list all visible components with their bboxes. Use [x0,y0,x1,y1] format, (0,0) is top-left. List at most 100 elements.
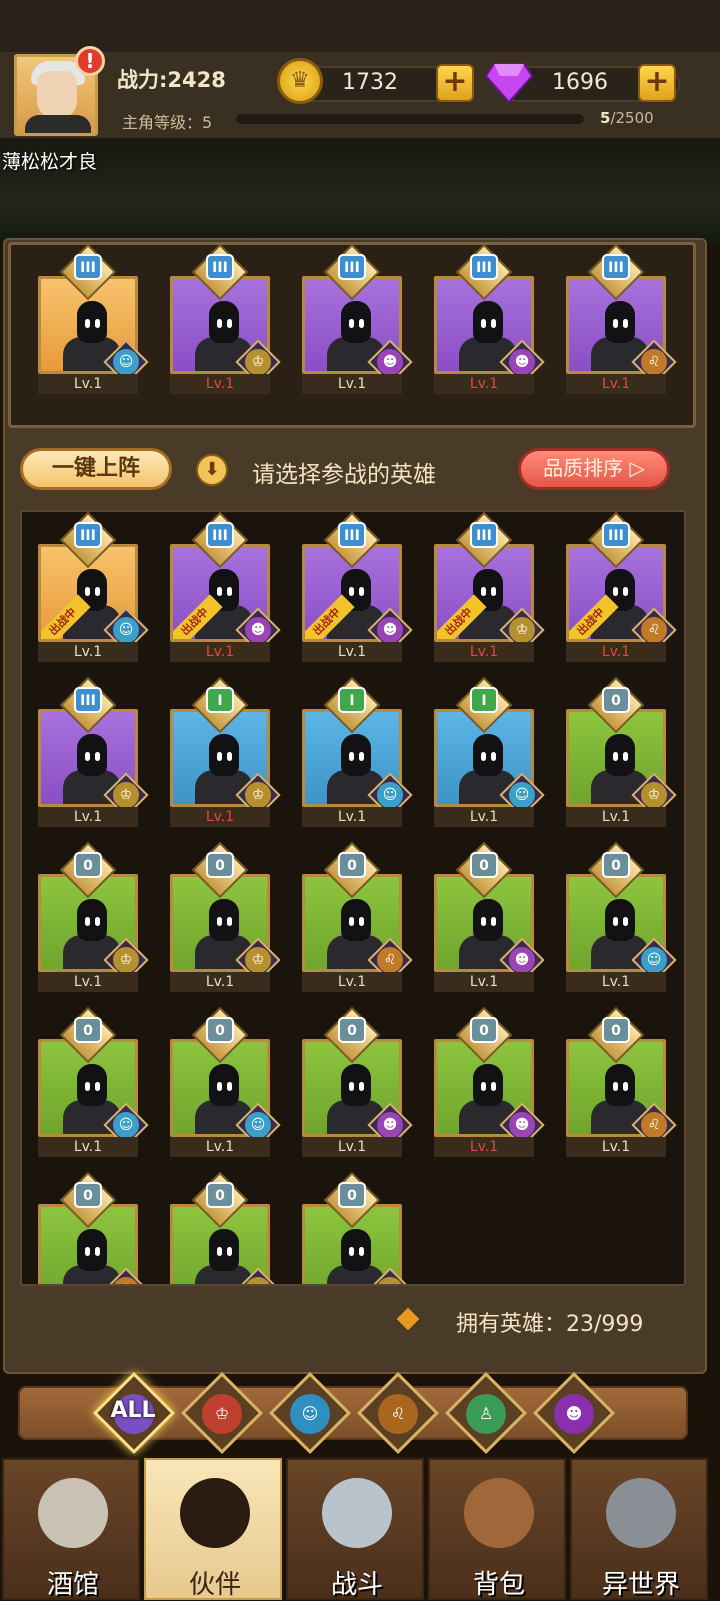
human-faction-icon: ♔ [245,349,271,375]
hero-level: Lv.1 [170,1137,270,1157]
rank-badge: 0 [338,1182,366,1208]
elf-faction-icon: ☺ [641,947,667,973]
hero-head [77,301,107,343]
orc-faction-icon: ☻ [377,617,403,643]
human-filter-icon: ♔ [202,1394,242,1434]
hero-eye [623,1082,628,1091]
hero-level: Lv.1 [566,807,666,827]
auto-deploy-button[interactable]: 一键上阵 [20,448,172,490]
hero-card[interactable]: 0 ♔ Lv.1 [38,841,149,994]
hero-card[interactable]: 0 ♔ Lv.1 [170,841,281,994]
hero-card[interactable]: 0♌ [38,1171,149,1284]
tab-battle[interactable]: 战斗 [286,1458,424,1600]
elf-filter-icon: ☺ [290,1394,330,1434]
rank-badge: 0 [470,1017,498,1043]
hero-card[interactable]: 0♔ [302,1171,413,1284]
hero-eye [491,319,496,328]
hero-card[interactable]: III ♔ Lv.1 [38,676,149,829]
hero-eye [217,1247,222,1256]
hero-card[interactable]: 0 ☻ Lv.1 [302,1006,413,1159]
rank-badge: 0 [74,852,102,878]
exp-value: 5/2500 [600,109,654,127]
dwarf-filter-icon: ♙ [466,1394,506,1434]
hero-eye [95,917,100,926]
hero-card[interactable]: 0 ♌ Lv.1 [302,841,413,994]
hero-card[interactable]: I ♔ Lv.1 [170,676,281,829]
rank-badge: I [470,687,498,713]
hero-card[interactable]: 出战中 III ♔ Lv.1 [434,512,545,664]
hero-card[interactable]: 0♔ [170,1171,281,1284]
hero-card[interactable]: 0 ☺ Lv.1 [566,841,677,994]
hero-eye [359,1247,364,1256]
hero-eye [481,319,486,328]
team-slot-card[interactable]: III ☻ Lv.1 [302,243,413,396]
hero-eye [481,917,486,926]
hero-level-label: 主角等级：5 [122,113,213,132]
hero-card[interactable]: 0 ☻ Lv.1 [434,1006,545,1159]
orc-faction-icon: ☻ [377,349,403,375]
hero-eye [491,1082,496,1091]
gem-value: 1696 [552,70,608,95]
hero-eye [95,1247,100,1256]
quality-sort-button[interactable]: 品质排序 ▷ [518,448,670,490]
hero-eye [95,1082,100,1091]
hero-eye [349,1247,354,1256]
hero-head [473,301,503,343]
tab-partner[interactable]: 伙伴 [144,1458,282,1600]
hero-card[interactable]: 出战中 III ☺ Lv.1 [38,512,149,664]
hero-level: Lv.1 [566,374,666,394]
avatar-body [25,115,91,133]
hero-level: Lv.1 [566,972,666,992]
hero-level: Lv.1 [434,1137,534,1157]
hero-card[interactable]: I ☺ Lv.1 [302,676,413,829]
hero-eye [613,319,618,328]
team-slot-card[interactable]: III ♔ Lv.1 [170,243,281,396]
hero-level: Lv.1 [434,642,534,662]
alert-badge-icon[interactable]: ! [75,46,105,76]
hero-card[interactable]: 出战中 III ♌ Lv.1 [566,512,677,664]
tab-tavern[interactable]: 酒馆 [2,1458,140,1600]
team-slot-card[interactable]: III ☺ Lv.1 [38,243,149,396]
hero-card[interactable]: 0 ♌ Lv.1 [566,1006,677,1159]
hero-eye [85,587,90,596]
team-slot-card[interactable]: III ☻ Lv.1 [434,243,545,396]
hero-eye [623,917,628,926]
add-gem-button[interactable]: + [638,64,676,102]
hero-level: Lv.1 [566,1137,666,1157]
select-hero-hint: 请选择参战的英雄 [252,462,436,488]
hero-card[interactable]: 出战中 III ☻ Lv.1 [302,512,413,664]
hero-eye [359,917,364,926]
team-slot-card[interactable]: III ♌ Lv.1 [566,243,677,396]
hero-card[interactable]: 出战中 III ☻ Lv.1 [170,512,281,664]
hero-card[interactable]: 0 ☻ Lv.1 [434,841,545,994]
gem-icon [484,63,534,104]
rank-badge: 0 [602,1017,630,1043]
exp-bar [236,114,584,124]
rank-badge: I [338,687,366,713]
hero-card[interactable]: 0 ♔ Lv.1 [566,676,677,829]
rank-badge: 0 [74,1182,102,1208]
tab-bag[interactable]: 背包 [428,1458,566,1600]
hero-level: Lv.1 [302,374,402,394]
hero-eye [217,587,222,596]
human-faction-icon: ♔ [113,782,139,808]
hero-card[interactable]: 0 ☺ Lv.1 [38,1006,149,1159]
hero-head [605,899,635,941]
hero-eye [85,319,90,328]
hero-eye [481,1082,486,1091]
orc-filter-icon: ☻ [554,1394,594,1434]
hero-eye [491,917,496,926]
status-bar [0,0,720,52]
tab-label: 战斗 [330,1570,383,1600]
hero-list[interactable]: 出战中 III ☺ Lv.1 出战中 III ☻ Lv.1 出战中 III ☻ Lv.1 出战中 III ♔… [20,510,686,1286]
tab-label: 伙伴 [188,1570,241,1600]
hero-eye [217,917,222,926]
add-gold-button[interactable]: + [436,64,474,102]
hero-eye [349,917,354,926]
hero-card[interactable]: I ☺ Lv.1 [434,676,545,829]
human-faction-icon: ♔ [245,947,271,973]
hero-card[interactable]: 0 ☺ Lv.1 [170,1006,281,1159]
tab-otherworld[interactable]: 异世界 [570,1458,708,1600]
hero-level: Lv.1 [434,972,534,992]
hero-level: Lv.1 [170,972,270,992]
